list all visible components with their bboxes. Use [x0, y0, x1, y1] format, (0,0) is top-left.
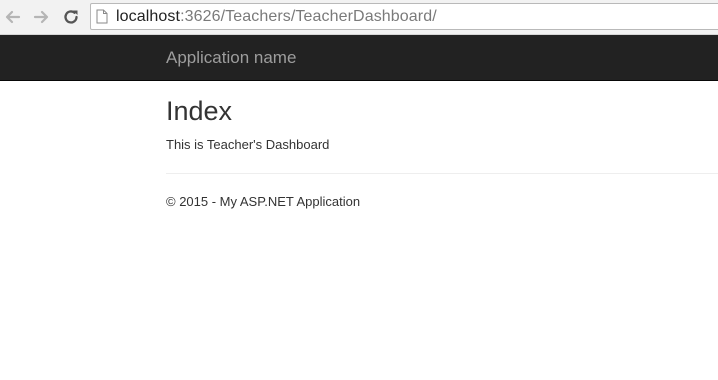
address-bar[interactable]: localhost:3626/Teachers/TeacherDashboard…: [90, 3, 718, 30]
page-icon: [96, 9, 110, 25]
url-path: :3626/Teachers/TeacherDashboard/: [180, 7, 437, 25]
reload-icon: [64, 10, 78, 24]
app-navbar: Application name: [0, 35, 718, 81]
browser-toolbar: localhost:3626/Teachers/TeacherDashboard…: [0, 0, 718, 35]
url-host: localhost: [116, 7, 181, 25]
divider: [166, 173, 718, 174]
reload-button[interactable]: [61, 7, 81, 27]
main-container: Index This is Teacher's Dashboard © 2015…: [166, 81, 718, 211]
footer: © 2015 - My ASP.NET Application: [166, 193, 718, 211]
back-arrow-icon: [5, 10, 21, 24]
page-title: Index: [166, 96, 233, 126]
url-text: localhost:3626/Teachers/TeacherDashboard…: [116, 8, 437, 26]
brand-link[interactable]: Application name: [166, 48, 296, 68]
footer-text: © 2015 - My ASP.NET Application: [166, 194, 361, 209]
forward-button[interactable]: [31, 7, 51, 27]
forward-arrow-icon: [33, 10, 49, 24]
back-button[interactable]: [3, 7, 23, 27]
dashboard-text: This is Teacher's Dashboard: [166, 137, 330, 152]
